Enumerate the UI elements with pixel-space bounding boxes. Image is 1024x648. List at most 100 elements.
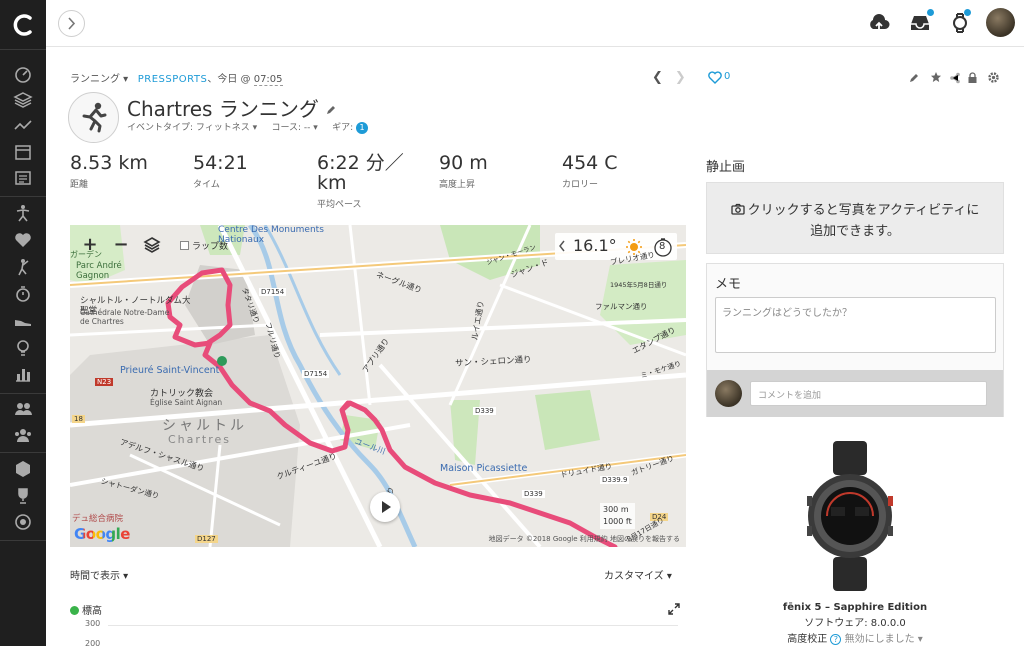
play-icon: [382, 501, 391, 513]
challenges-target-icon[interactable]: [13, 512, 33, 532]
google-logo: Google: [74, 525, 130, 543]
notes-title: メモ: [715, 277, 742, 292]
like-heart-icon[interactable]: [708, 71, 722, 84]
lap-checkbox[interactable]: [180, 241, 189, 250]
label-church-fr: Église Saint Aignan: [150, 398, 223, 407]
expand-chart-icon[interactable]: [668, 603, 680, 615]
lap-count-value: 8: [659, 241, 666, 252]
expand-sidebar-button[interactable]: [58, 10, 85, 37]
stat-distance: 8.53 km 距離: [70, 153, 148, 190]
next-activity-icon: ❯: [674, 70, 686, 85]
health-heart-icon[interactable]: [13, 230, 33, 250]
insights-bulb-icon[interactable]: [13, 338, 33, 358]
stopwatch-icon[interactable]: [13, 284, 33, 304]
edit-pencil-icon[interactable]: [325, 104, 337, 116]
label-overlay-left: ガーデン: [70, 250, 102, 259]
sidebar-divider: [0, 540, 46, 541]
breadcrumb: ランニング ▾ PRESSPORTS、今日 @ 07:05: [70, 70, 283, 86]
device-software: ソフトウェア: 8.0.0.0: [804, 618, 906, 629]
map-attribution[interactable]: 地図データ ©2018 Google 利用規約 地図の誤りを報告する: [489, 534, 680, 544]
stat-value: 54:21: [193, 152, 248, 174]
reports-icon[interactable]: [13, 116, 33, 136]
user-avatar[interactable]: [986, 8, 1015, 37]
sidebar-divider: [0, 452, 46, 453]
source-label[interactable]: PRESSPORTS: [138, 74, 208, 85]
dashboard-icon[interactable]: [13, 64, 33, 84]
stat-label: カロリー: [562, 180, 599, 190]
calendar-icon[interactable]: [13, 142, 33, 162]
road-badge: 18: [72, 415, 85, 423]
gridline: [108, 625, 678, 626]
groups-icon[interactable]: [13, 425, 33, 445]
runner-icon: [82, 102, 107, 133]
running-activity-icon: [68, 92, 119, 143]
activity-type-dropdown[interactable]: ランニング ▾: [70, 74, 128, 85]
google-brand-text: Google: [74, 525, 130, 543]
top-bar: [46, 0, 1024, 47]
trophy-icon[interactable]: [13, 486, 33, 506]
stat-elevation-gain: 90 m 高度上昇: [439, 153, 488, 190]
edit-icon[interactable]: [908, 72, 920, 84]
statistics-bar-icon[interactable]: [13, 364, 33, 384]
layers-icon[interactable]: [13, 90, 33, 110]
stat-label: 高度上昇: [439, 180, 476, 190]
map-layers-icon[interactable]: [142, 235, 162, 255]
route-map[interactable]: + − ラップ数 16.1° 8 Centre Des Monuments Na…: [70, 225, 686, 547]
previous-activity-icon[interactable]: ❮: [652, 70, 663, 85]
comment-input[interactable]: コメントを追加: [750, 381, 987, 406]
notes-placeholder: ランニングはどうでしたか？: [722, 308, 852, 319]
add-photo-button[interactable]: クリックすると写真をアクティビティに 追加できます。: [706, 182, 1004, 254]
help-icon[interactable]: ?: [830, 633, 842, 645]
stat-calories: 454 C カロリー: [562, 153, 618, 190]
zoom-out-button[interactable]: −: [109, 233, 133, 257]
scale-feet: 1000 ft: [603, 517, 632, 526]
altitude-calibration-dropdown[interactable]: 無効にしました ▾: [845, 634, 923, 645]
notes-textarea[interactable]: ランニングはどうでしたか？: [715, 297, 996, 353]
activity-navigation: ❮ ❯: [652, 70, 686, 85]
event-type-dropdown[interactable]: フィットネス ▾: [196, 123, 257, 133]
favorite-star-icon[interactable]: [930, 71, 942, 83]
customize-dropdown[interactable]: カスタマイズ ▾: [604, 567, 672, 582]
garmin-connect-logo-icon[interactable]: [10, 12, 36, 38]
gear-count-badge[interactable]: 1: [356, 121, 369, 134]
sidebar: [0, 0, 46, 646]
label-cathedral-fr: Cathédrale Notre-Dame de Chartres: [80, 308, 170, 326]
stat-avg-pace: 6:22 分／km 平均ペース: [317, 153, 417, 210]
activity-title[interactable]: Chartres ランニング: [127, 93, 337, 122]
chevron-right-icon: [68, 17, 76, 30]
photos-section-title: 静止画: [706, 160, 746, 175]
street-label: 1945年5月8日通り: [610, 281, 668, 289]
comment-row: コメントを追加: [707, 370, 1003, 417]
privacy-lock-icon[interactable]: [967, 72, 978, 84]
training-icon[interactable]: [13, 203, 33, 223]
time-label[interactable]: 07:05: [253, 74, 283, 86]
stat-label: 距離: [70, 180, 89, 190]
sidebar-divider: [0, 196, 46, 197]
device-watch-image: [807, 441, 893, 591]
label-hospital: デュ総合病院: [72, 514, 124, 524]
road-badge: D339.9: [600, 476, 630, 484]
golf-icon[interactable]: [13, 257, 33, 277]
stat-time: 54:21 タイム: [193, 153, 248, 190]
device-info: fēnix 5 – Sapphire Edition ソフトウェア: 8.0.0…: [706, 600, 1004, 648]
settings-gear-icon[interactable]: [987, 71, 1000, 84]
shoe-gear-icon[interactable]: [13, 311, 33, 331]
device-notification-dot: [964, 9, 971, 16]
road-badge: D127: [195, 535, 218, 543]
view-by-time-dropdown[interactable]: 時間で表示 ▾: [70, 567, 128, 582]
chevron-left-icon[interactable]: [557, 240, 567, 252]
course-value: --: [303, 123, 311, 133]
news-feed-icon[interactable]: [13, 168, 33, 188]
photo-cta-line1: クリックすると写真をアクティビティに: [747, 203, 980, 218]
label-prieure: Prieuré Saint-Vincent: [120, 365, 220, 376]
course-dropdown[interactable]: -- ▾: [304, 123, 318, 133]
device-name: fēnix 5 – Sapphire Edition: [782, 602, 928, 613]
share-icon[interactable]: [949, 72, 961, 84]
play-route-button[interactable]: [370, 492, 400, 522]
stat-label: タイム: [193, 180, 220, 190]
connections-icon[interactable]: [13, 399, 33, 419]
upload-icon[interactable]: [867, 12, 891, 34]
badges-icon[interactable]: [13, 459, 33, 479]
sidebar-divider: [0, 49, 46, 50]
label-city-fr: Chartres: [168, 433, 232, 446]
